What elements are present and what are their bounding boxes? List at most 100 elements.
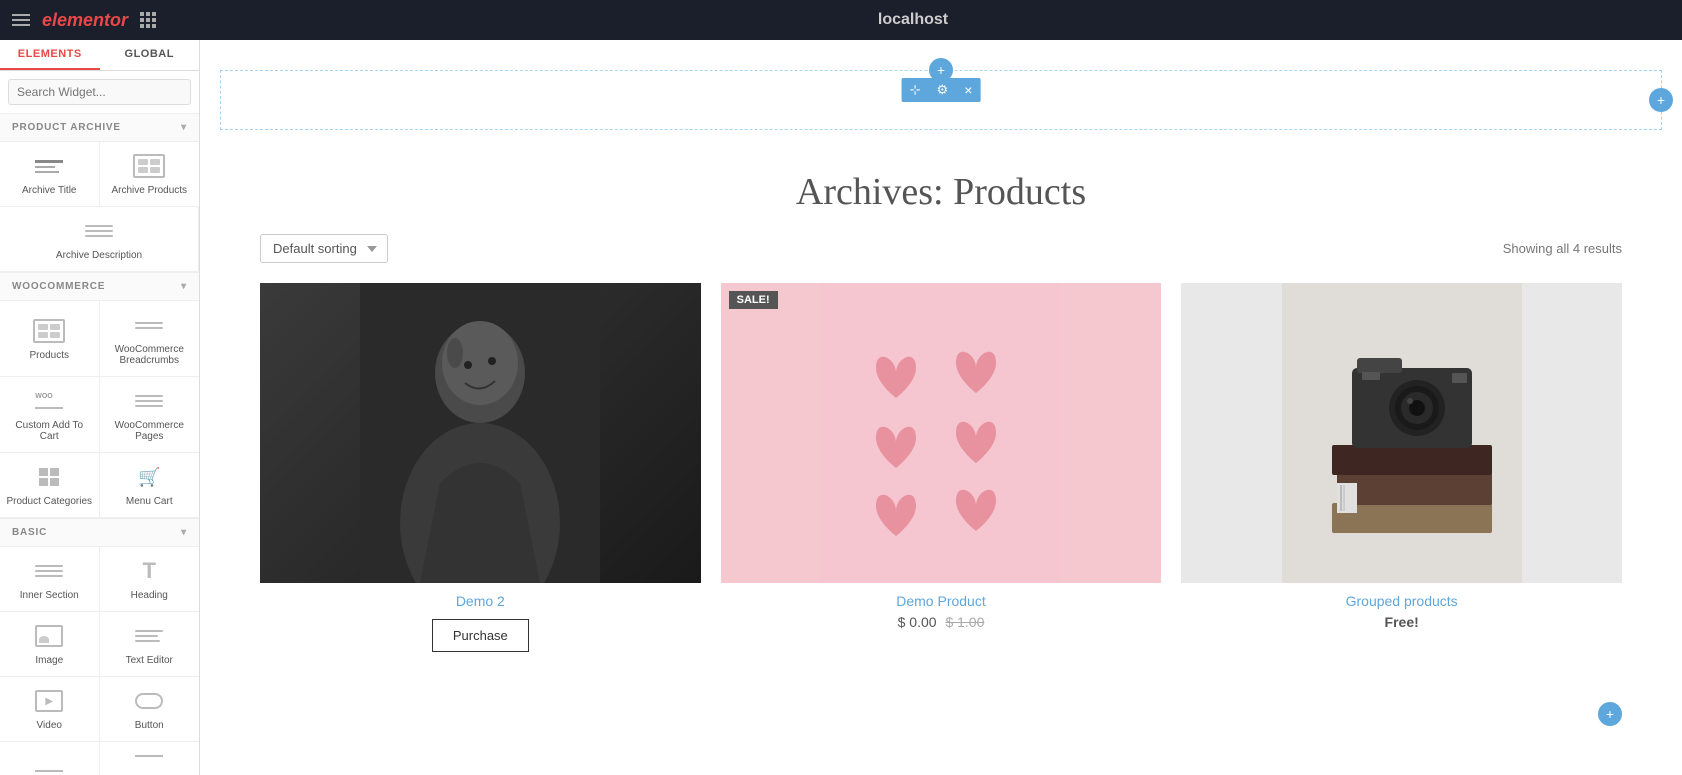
bottom-add-section-button[interactable]: +	[1598, 702, 1622, 726]
chevron-down-icon: ▾	[181, 122, 187, 133]
widget-archive-description[interactable]: Archive Description	[0, 207, 199, 272]
product-archive-widgets: Archive Title Archive Products Archive D…	[0, 142, 199, 273]
widget-menu-cart[interactable]: 🛒 Menu Cart	[100, 453, 200, 518]
product-name-2: Demo Product	[721, 593, 1162, 609]
archive-title-icon	[33, 152, 65, 180]
purchase-button-1[interactable]: Purchase	[432, 619, 529, 652]
basic-widgets: Inner Section T Heading Image	[0, 547, 199, 775]
sidebar-tabs: ELEMENTS GLOBAL	[0, 40, 199, 71]
widget-archive-description-label: Archive Description	[56, 250, 142, 261]
canvas-area: + ⊹ ⚙ × + Archives: Products	[200, 40, 1682, 775]
widget-woo-pages[interactable]: WooCommerce Pages	[100, 377, 200, 453]
product-free-label-3: Free!	[1181, 614, 1622, 630]
widget-text-editor[interactable]: Text Editor	[100, 612, 200, 677]
widget-woo-pages-label: WooCommerce Pages	[105, 420, 195, 442]
product-categories-icon	[33, 463, 65, 491]
tab-elements[interactable]: ELEMENTS	[0, 40, 100, 70]
product-price-2: $ 0.00 $ 1.00	[721, 614, 1162, 630]
widget-product-categories[interactable]: Product Categories	[0, 453, 100, 518]
archive-title: Archives: Products	[260, 150, 1622, 234]
product-image-person	[260, 283, 701, 583]
widget-image-label: Image	[35, 655, 63, 666]
button-icon	[133, 687, 165, 715]
woo-pages-icon	[133, 387, 165, 415]
section-settings-button[interactable]: ⚙	[929, 78, 957, 102]
widget-products[interactable]: Products	[0, 301, 100, 377]
tab-global[interactable]: GLOBAL	[100, 40, 200, 70]
products-grid: Demo 2 Purchase	[260, 283, 1622, 652]
bottom-area: +	[200, 702, 1682, 732]
widget-inner-section[interactable]: Inner Section	[0, 547, 100, 612]
products-icon	[33, 317, 65, 345]
grid-apps-icon[interactable]	[140, 12, 156, 28]
product-image-camera	[1181, 283, 1622, 583]
archive-heading-section: Archives: Products Default sorting Showi…	[200, 130, 1682, 692]
widget-archive-products[interactable]: Archive Products	[100, 142, 200, 207]
sort-select[interactable]: Default sorting	[260, 234, 388, 263]
widget-products-label: Products	[30, 350, 69, 361]
widget-custom-add-to-cart-label: Custom Add To Cart	[5, 420, 94, 442]
widget-archive-products-label: Archive Products	[111, 185, 187, 196]
product-card-2: SALE! Demo Product $ 0.00 $ 1.00	[721, 283, 1162, 652]
section-header-basic[interactable]: BASIC ▾	[0, 519, 199, 547]
widget-heading[interactable]: T Heading	[100, 547, 200, 612]
top-bar-left: elementor	[12, 10, 156, 31]
top-bar: elementor localhost	[0, 0, 1682, 40]
page-canvas: + ⊹ ⚙ × + Archives: Products	[200, 40, 1682, 775]
section-close-button[interactable]: ×	[956, 78, 980, 102]
widget-archive-title-label: Archive Title	[22, 185, 76, 196]
widget-archive-title[interactable]: Archive Title	[0, 142, 100, 207]
widget-inner-section-label: Inner Section	[20, 590, 79, 601]
section-label-product-archive: PRODUCT ARCHIVE	[12, 122, 121, 133]
search-input[interactable]	[8, 79, 191, 105]
widget-product-categories-label: Product Categories	[6, 496, 92, 507]
widget-image[interactable]: Image	[0, 612, 100, 677]
results-count: Showing all 4 results	[1503, 241, 1622, 256]
product-original-price: $ 1.00	[945, 614, 984, 630]
section-label-basic: BASIC	[12, 527, 47, 538]
product-image-hearts	[721, 283, 1162, 583]
menu-cart-icon: 🛒	[133, 463, 165, 491]
product-name-1: Demo 2	[260, 593, 701, 609]
inner-section-icon	[33, 557, 65, 585]
archive-products-icon	[133, 152, 165, 180]
sidebar-content: PRODUCT ARCHIVE ▾ Archive Title Archive …	[0, 114, 199, 775]
widget-custom-add-to-cart[interactable]: Custom Add To Cart	[0, 377, 100, 453]
image-icon	[33, 622, 65, 650]
widget-woo-breadcrumbs[interactable]: WooCommerce Breadcrumbs	[100, 301, 200, 377]
section-header-product-archive[interactable]: PRODUCT ARCHIVE ▾	[0, 114, 199, 142]
search-bar	[0, 71, 199, 114]
widget-video-label: Video	[37, 720, 62, 731]
sidebar: ELEMENTS GLOBAL PRODUCT ARCHIVE ▾ Archiv…	[0, 40, 200, 775]
right-add-column-button[interactable]: +	[1649, 88, 1673, 112]
divider-icon	[33, 752, 65, 775]
hamburger-menu-icon[interactable]	[12, 14, 30, 26]
shop-controls: Default sorting Showing all 4 results	[260, 234, 1622, 263]
product-image-wrapper-2: SALE!	[721, 283, 1162, 583]
product-sale-price: $ 0.00	[898, 614, 937, 630]
product-name-3: Grouped products	[1181, 593, 1622, 609]
custom-add-to-cart-icon	[33, 387, 65, 415]
widget-button-label: Button	[135, 720, 164, 731]
section-header-woocommerce[interactable]: WOOCOMMERCE ▾	[0, 273, 199, 301]
widget-video[interactable]: Video	[0, 677, 100, 742]
elementor-logo: elementor	[42, 10, 128, 31]
widget-spacer[interactable]: Spacer	[100, 742, 200, 775]
sale-badge-2: SALE!	[729, 291, 778, 309]
woo-breadcrumbs-icon	[133, 311, 165, 339]
text-editor-icon	[133, 622, 165, 650]
section-move-button[interactable]: ⊹	[902, 78, 929, 102]
widget-menu-cart-label: Menu Cart	[126, 496, 173, 507]
woo-chevron-icon: ▾	[181, 281, 187, 292]
widget-text-editor-label: Text Editor	[126, 655, 173, 666]
section-wrapper: + ⊹ ⚙ × + Archives: Products	[200, 70, 1682, 732]
woocommerce-widgets: Products WooCommerce Breadcrumbs Custom …	[0, 301, 199, 519]
archive-description-icon	[83, 217, 115, 245]
widget-button[interactable]: Button	[100, 677, 200, 742]
main-layout: ELEMENTS GLOBAL PRODUCT ARCHIVE ▾ Archiv…	[0, 40, 1682, 775]
spacer-icon	[133, 752, 165, 775]
product-card-3: Grouped products Free!	[1181, 283, 1622, 652]
product-card-1: Demo 2 Purchase	[260, 283, 701, 652]
widget-divider[interactable]: Divider	[0, 742, 100, 775]
basic-chevron-icon: ▾	[181, 527, 187, 538]
